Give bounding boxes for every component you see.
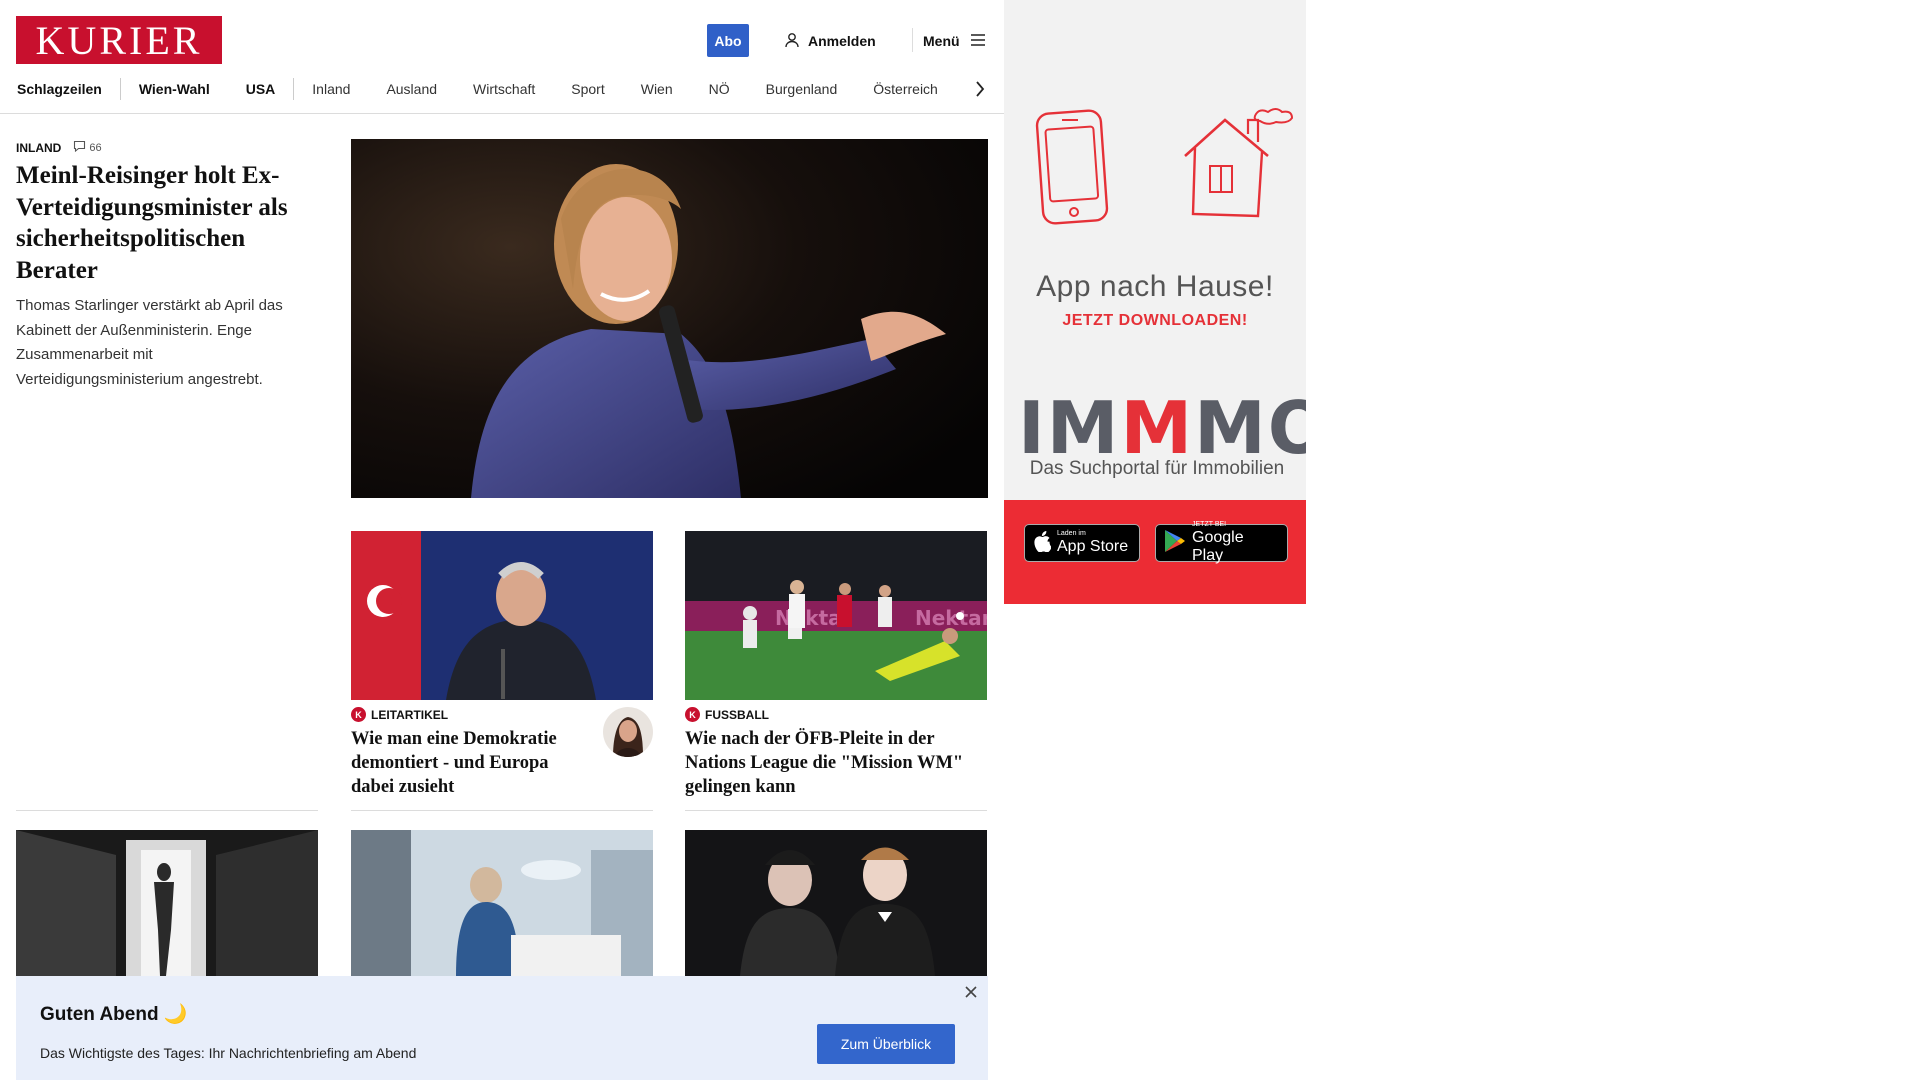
lead-category: INLAND 66 (16, 140, 102, 155)
nav-item-wirtschaft[interactable]: Wirtschaft (455, 78, 553, 100)
nav-item-burgenland[interactable]: Burgenland (748, 78, 856, 100)
chevron-right-icon[interactable] (972, 78, 988, 100)
google-play-button[interactable]: JETZT BEI Google Play (1155, 521, 1288, 565)
menu-label: Menü (923, 33, 960, 49)
nav-item-inland[interactable]: Inland (294, 78, 368, 100)
lead-category-label[interactable]: INLAND (16, 141, 61, 155)
card-divider (685, 810, 987, 811)
card-category-label[interactable]: FUSSBALL (705, 708, 769, 722)
card-headline-fussball[interactable]: Wie nach der ÖFB-Pleite in der Nations L… (685, 727, 987, 799)
nav-item-ausland[interactable]: Ausland (368, 78, 455, 100)
overview-button[interactable]: Zum Überblick (817, 1024, 955, 1064)
lead-headline[interactable]: Meinl-Reisinger holt Ex-Verteidigungsmin… (16, 160, 326, 286)
nav-item-schlagzeilen[interactable]: Schlagzeilen (16, 78, 121, 100)
kurier-badge-icon: K (351, 707, 366, 722)
lead-image[interactable] (351, 139, 988, 498)
thumb-image-corridor[interactable] (16, 830, 318, 976)
card-divider (351, 810, 653, 811)
card-headline-leitartikel[interactable]: Wie man eine Demokratie demontiert - und… (351, 727, 591, 799)
immmo-tagline: Das Suchportal für Immobilien (1029, 458, 1285, 479)
close-icon[interactable] (961, 982, 981, 1002)
login-link[interactable]: Anmelden (784, 29, 876, 53)
immmo-ad[interactable]: App nach Hause! JETZT DOWNLOADEN! IMMMO … (1004, 0, 1306, 604)
app-store-label: App Store (1057, 538, 1129, 555)
banner-title: Guten Abend 🌙 (40, 1004, 188, 1025)
author-avatar[interactable] (603, 707, 653, 757)
app-store-button[interactable]: Laden im App Store (1024, 524, 1140, 562)
google-play-label: Google Play (1192, 529, 1244, 564)
nav-item-oesterreich[interactable]: Österreich (855, 78, 956, 100)
apple-icon (1033, 530, 1052, 557)
google-play-text: JETZT BEI Google Play (1192, 521, 1279, 565)
card-category-fussball: K FUSSBALL (685, 707, 769, 722)
ad-subline: JETZT DOWNLOADEN! (1062, 312, 1248, 329)
evening-briefing-banner: Guten Abend 🌙 Das Wichtigste des Tages: … (16, 976, 988, 1080)
nav-item-wien[interactable]: Wien (623, 78, 691, 100)
banner-text: Das Wichtigste des Tages: Ihr Nachrichte… (40, 1045, 417, 1061)
comment-count-value: 66 (89, 141, 102, 154)
user-icon (784, 32, 800, 51)
card-category-leitartikel: K LEITARTIKEL (351, 707, 448, 722)
kurier-badge-icon: K (685, 707, 700, 722)
main-nav: Schlagzeilen Wien-Wahl USA Inland Auslan… (16, 78, 956, 100)
lead-teaser: Thomas Starlinger verstärkt ab April das… (16, 297, 283, 388)
app-store-small-label: Laden im (1057, 530, 1086, 537)
nav-item-wien-wahl[interactable]: Wien-Wahl (121, 78, 228, 100)
nav-item-sport[interactable]: Sport (553, 78, 622, 100)
google-play-small-label: JETZT BEI (1192, 521, 1227, 528)
thumb-image-hospital[interactable] (351, 830, 653, 976)
nav-item-noe[interactable]: NÖ (691, 78, 748, 100)
card-image-fussball[interactable]: Nektar Nektar (685, 531, 987, 700)
site-header: KURIER Abo Anmelden Menü Schlagzeilen Wi… (0, 0, 1004, 114)
card-divider (16, 810, 318, 811)
house-icon (1180, 106, 1298, 223)
app-store-text: Laden im App Store (1057, 530, 1128, 556)
immmo-logo: IMMMO (1018, 392, 1306, 464)
google-play-icon (1164, 529, 1186, 558)
kurier-logo[interactable]: KURIER (16, 16, 222, 64)
comment-count[interactable]: 66 (73, 140, 102, 155)
login-label: Anmelden (808, 33, 876, 49)
menu-button[interactable]: Menü (923, 29, 986, 53)
ad-headline: App nach Hause! (1036, 270, 1274, 303)
card-image-leitartikel[interactable] (351, 531, 653, 700)
comment-icon (73, 140, 86, 155)
header-divider (912, 28, 913, 52)
thumb-image-fashion[interactable] (685, 830, 987, 976)
card-category-label[interactable]: LEITARTIKEL (371, 708, 448, 722)
phone-icon (1034, 108, 1110, 231)
abo-button[interactable]: Abo (707, 24, 749, 57)
hamburger-icon (970, 33, 986, 50)
svg-text:Nektar: Nektar (915, 606, 987, 630)
nav-item-usa[interactable]: USA (228, 78, 295, 100)
